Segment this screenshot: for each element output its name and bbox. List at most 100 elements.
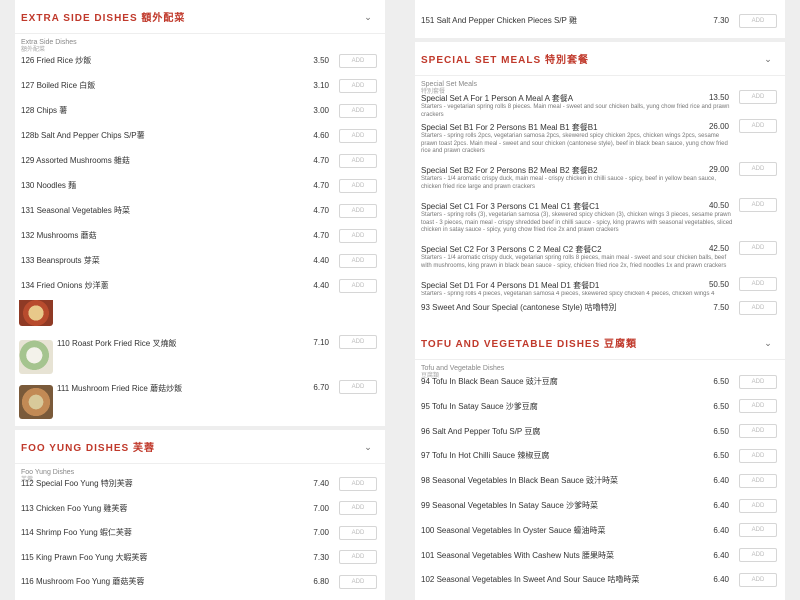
add-button[interactable]: ADD (739, 424, 777, 439)
menu-item[interactable]: 100 Seasonal Vegetables In Oyster Sauce … (415, 518, 785, 543)
extra-side-dishes-section: EXTRA SIDE DISHES 額外配菜 ⌄ Extra Side Dish… (15, 0, 385, 300)
chevron-down-icon[interactable]: ⌄ (363, 442, 373, 452)
add-button[interactable]: ADD (739, 300, 777, 315)
section-header[interactable]: TOFU AND VEGETABLE DISHES 豆腐類 ⌄ (415, 326, 785, 360)
menu-item[interactable]: 127 Boiled Rice 白飯 3.10 ADD (15, 73, 385, 98)
item-price: 4.60 (313, 131, 329, 140)
add-button[interactable]: ADD (339, 550, 377, 564)
menu-item[interactable]: 115 King Prawn Foo Yung 大蝦芙蓉 7.30 ADD (15, 545, 385, 570)
add-button[interactable]: ADD (739, 277, 777, 291)
item-description: Starters - 1/4 aromatic crispy duck, veg… (421, 255, 727, 269)
add-button[interactable]: ADD (339, 525, 377, 540)
add-button[interactable]: ADD (339, 380, 377, 394)
menu-item[interactable]: 134 Fried Onions 炒洋蔥 4.40 ADD (15, 273, 385, 298)
section-header[interactable]: EXTRA SIDE DISHES 額外配菜 ⌄ (15, 0, 385, 34)
item-name: 132 Mushrooms 蘑菇 (21, 231, 97, 240)
menu-item[interactable]: 133 Beansprouts 芽菜 4.40 ADD (15, 248, 385, 273)
add-button[interactable]: ADD (739, 162, 777, 176)
item-price: 7.00 (313, 528, 329, 537)
menu-item[interactable]: 130 Noodles 麵 4.70 ADD (15, 173, 385, 198)
item-name: 96 Salt And Pepper Tofu S/P 豆腐 (421, 426, 541, 436)
section-title: TOFU AND VEGETABLE DISHES 豆腐類 (421, 339, 638, 350)
item-name: 133 Beansprouts 芽菜 (21, 256, 100, 265)
item-price: 4.70 (313, 231, 329, 240)
add-button[interactable]: ADD (339, 574, 377, 589)
item-price: 3.10 (313, 81, 329, 90)
add-button[interactable]: ADD (739, 523, 777, 538)
add-button[interactable]: ADD (739, 119, 777, 133)
menu-item[interactable]: 94 Tofu In Black Bean Sauce 豉汁豆腐 6.50 ADD (415, 369, 785, 394)
add-button[interactable]: ADD (339, 153, 377, 168)
item-price: 6.40 (713, 525, 729, 535)
menu-item[interactable]: 131 Seasonal Vegetables 時菜 4.70 ADD (15, 198, 385, 223)
add-button[interactable]: ADD (339, 78, 377, 93)
menu-item[interactable]: 95 Tofu In Satay Sauce 沙爹豆腐 6.50 ADD (415, 394, 785, 419)
item-name: Special Set C2 For 3 Persons C 2 Meal C2… (421, 245, 602, 254)
add-button[interactable]: ADD (739, 13, 777, 28)
menu-item[interactable]: 128b Salt And Pepper Chips S/P薯 4.60 ADD (15, 123, 385, 148)
item-name: 151 Salt And Pepper Chicken Pieces S/P 雞 (421, 16, 577, 25)
add-button[interactable]: ADD (739, 572, 777, 587)
add-button[interactable]: ADD (739, 198, 777, 212)
section-header[interactable]: FOO YUNG DISHES 芙蓉 ⌄ (15, 430, 385, 464)
menu-item[interactable]: 151 Salt And Pepper Chicken Pieces S/P 雞… (415, 8, 785, 33)
menu-item[interactable]: 101 Seasonal Vegetables With Cashew Nuts… (415, 543, 785, 568)
add-button[interactable]: ADD (339, 203, 377, 218)
add-button[interactable]: ADD (339, 501, 377, 515)
add-button[interactable]: ADD (339, 128, 377, 143)
item-name: Special Set C1 For 3 Persons C1 Meal C1 … (421, 202, 600, 211)
menu-item[interactable]: 114 Shrimp Foo Yung 蝦仁芙蓉 7.00 ADD (15, 520, 385, 545)
menu-item[interactable]: 93 Sweet And Sour Special (cantonese Sty… (415, 295, 785, 320)
special-set-meals-section: 151 Salt And Pepper Chicken Pieces S/P 雞… (415, 0, 785, 326)
menu-item[interactable]: 128 Chips 薯 3.00 ADD (15, 98, 385, 123)
menu-item[interactable]: 113 Chicken Foo Yung 雞芙蓉 7.00 ADD (15, 496, 385, 521)
add-button[interactable]: ADD (339, 335, 377, 349)
menu-item[interactable]: 111 Mushroom Fried Rice 蘑菇炒飯 6.70 ADD (15, 380, 385, 423)
add-button[interactable]: ADD (739, 498, 777, 513)
section-header[interactable]: SPECIAL SET MEALS 特別套餐 ⌄ (415, 42, 785, 76)
menu-item[interactable]: 96 Salt And Pepper Tofu S/P 豆腐 6.50 ADD (415, 419, 785, 444)
add-button[interactable]: ADD (339, 278, 377, 293)
item-price: 4.40 (313, 256, 329, 265)
menu-item[interactable]: 98 Seasonal Vegetables In Black Bean Sau… (415, 468, 785, 493)
item-price: 4.70 (313, 181, 329, 190)
item-price: 6.40 (713, 476, 729, 486)
add-button[interactable]: ADD (739, 548, 777, 563)
item-name: 116 Mushroom Foo Yung 蘑菇芙蓉 (21, 577, 145, 586)
menu-item[interactable]: 129 Assorted Mushrooms 雜菇 4.70 ADD (15, 148, 385, 173)
add-button[interactable]: ADD (739, 241, 777, 255)
tofu-vegetable-section: TOFU AND VEGETABLE DISHES 豆腐類 ⌄ Tofu and… (415, 326, 785, 600)
add-button[interactable]: ADD (339, 228, 377, 243)
menu-item[interactable]: 126 Fried Rice 炒飯 3.50 ADD (15, 48, 385, 73)
menu-item[interactable]: 112 Special Foo Yung 特別芙蓉 7.40 ADD (15, 471, 385, 496)
menu-item[interactable]: 110 Roast Pork Fried Rice 叉燒飯 7.10 ADD (15, 335, 385, 378)
menu-item[interactable]: 99 Seasonal Vegetables In Satay Sauce 沙爹… (415, 493, 785, 518)
chevron-down-icon[interactable]: ⌄ (763, 54, 773, 64)
add-button[interactable]: ADD (339, 253, 377, 268)
menu-item[interactable]: 97 Tofu In Hot Chilli Sauce 辣椒豆腐 6.50 ADD (415, 443, 785, 468)
item-name: 114 Shrimp Foo Yung 蝦仁芙蓉 (21, 528, 132, 537)
add-button[interactable]: ADD (339, 178, 377, 193)
add-button[interactable]: ADD (739, 374, 777, 389)
menu-item[interactable]: 132 Mushrooms 蘑菇 4.70 ADD (15, 223, 385, 248)
menu-item[interactable]: 102 Seasonal Vegetables In Sweet And Sou… (415, 567, 785, 592)
add-button[interactable]: ADD (739, 399, 777, 414)
item-description: Starters - spring rolls 2pcs, vegetarian… (421, 133, 728, 154)
item-name: 95 Tofu In Satay Sauce 沙爹豆腐 (421, 401, 538, 411)
add-button[interactable]: ADD (739, 473, 777, 488)
add-button[interactable]: ADD (739, 448, 777, 463)
chevron-down-icon[interactable]: ⌄ (363, 12, 373, 22)
food-image (19, 300, 53, 326)
item-name: 130 Noodles 麵 (21, 181, 77, 190)
chevron-down-icon[interactable]: ⌄ (763, 338, 773, 348)
menu-item[interactable]: 116 Mushroom Foo Yung 蘑菇芙蓉 6.80 ADD (15, 569, 385, 594)
add-button[interactable]: ADD (339, 103, 377, 118)
add-button[interactable]: ADD (339, 476, 377, 491)
add-button[interactable]: ADD (339, 53, 377, 68)
item-name: Special Set B2 For 2 Persons B2 Meal B2 … (421, 166, 598, 175)
item-name: 93 Sweet And Sour Special (cantonese Sty… (421, 303, 617, 312)
section-subtitle: Extra Side Dishes (21, 39, 77, 46)
add-button[interactable]: ADD (739, 90, 777, 104)
item-price: 4.40 (313, 281, 329, 290)
item-price: 6.50 (713, 377, 729, 386)
